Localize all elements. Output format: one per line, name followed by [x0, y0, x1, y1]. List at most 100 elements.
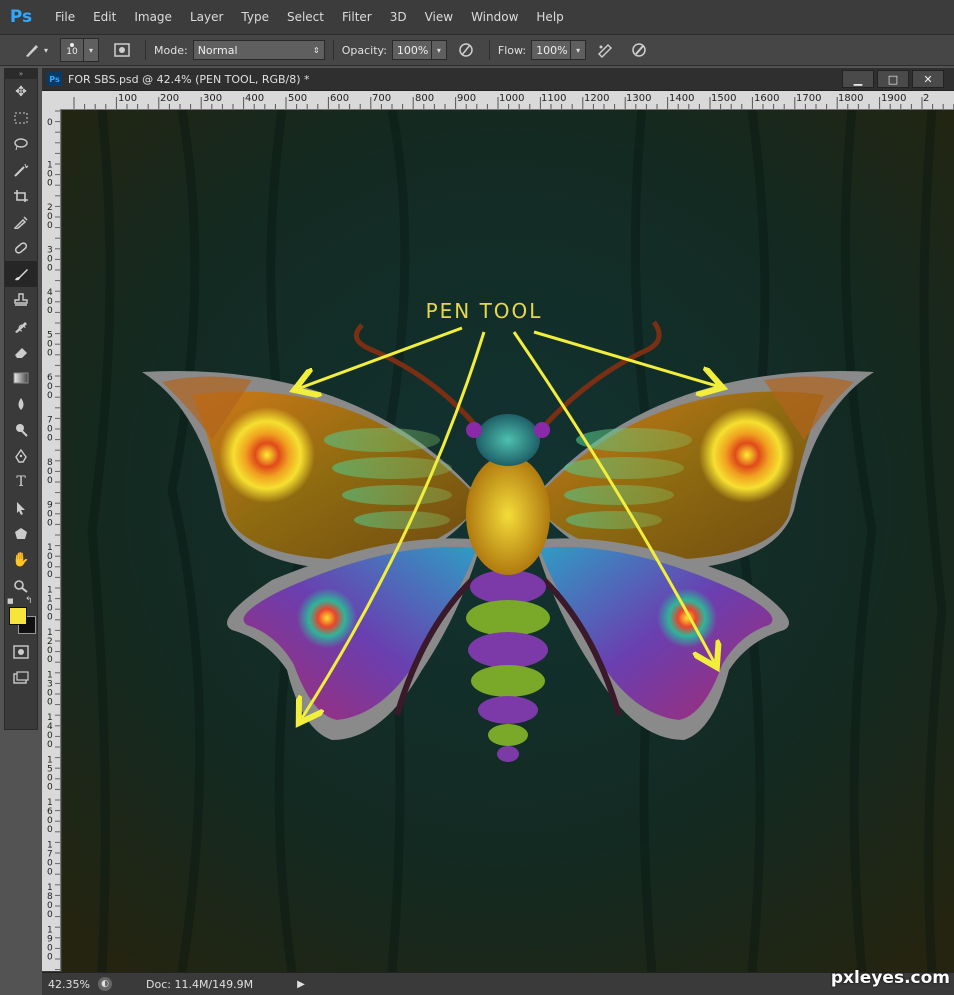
status-menu-arrow-icon[interactable]: ▶	[297, 979, 305, 990]
menu-bar: Ps File Edit Image Layer Type Select Fil…	[0, 0, 954, 34]
ruler-label: 700	[372, 93, 392, 104]
opacity-input[interactable]: 100%	[391, 40, 432, 60]
menu-help[interactable]: Help	[527, 10, 572, 24]
ruler-label: 600	[330, 93, 350, 104]
ruler-origin[interactable]	[42, 91, 63, 110]
ruler-label: 1800	[838, 93, 864, 104]
gradient-icon[interactable]	[5, 365, 37, 391]
flow-dropdown[interactable]: ▾	[571, 40, 587, 60]
vertical-ruler-label: 400	[47, 288, 53, 316]
marquee-icon[interactable]	[5, 105, 37, 131]
brush-size-dropdown[interactable]: ▾	[84, 38, 100, 62]
history-brush-icon[interactable]	[5, 313, 37, 339]
menu-file[interactable]: File	[46, 10, 84, 24]
ruler-label: 500	[288, 93, 308, 104]
shape-icon[interactable]	[5, 521, 37, 547]
artwork[interactable]: PEN TOOL	[62, 110, 954, 972]
eyedropper-icon[interactable]	[5, 209, 37, 235]
dodge-icon[interactable]	[5, 417, 37, 443]
svg-text:0: 0	[47, 740, 53, 750]
svg-text:0: 0	[47, 221, 53, 231]
quick-mask-icon[interactable]	[5, 639, 37, 665]
menu-select[interactable]: Select	[278, 10, 333, 24]
restore-button[interactable]: □	[877, 70, 909, 88]
svg-text:0: 0	[47, 783, 53, 793]
lasso-icon[interactable]	[5, 131, 37, 157]
brush-icon[interactable]	[5, 261, 37, 287]
brush-size-value: 10	[66, 47, 78, 57]
type-icon[interactable]: T	[5, 469, 37, 495]
menu-image[interactable]: Image	[125, 10, 181, 24]
separator	[145, 40, 147, 60]
eraser-icon[interactable]	[5, 339, 37, 365]
default-colors-icon[interactable]: ■	[7, 597, 14, 605]
menu-edit[interactable]: Edit	[84, 10, 125, 24]
svg-text:0: 0	[47, 118, 53, 128]
ruler-label: 400	[245, 93, 265, 104]
foreground-color[interactable]	[9, 607, 27, 625]
ruler-label: 100	[118, 93, 138, 104]
vertical-ruler-label: 900	[47, 501, 53, 529]
menu-3d[interactable]: 3D	[381, 10, 416, 24]
opacity-label: Opacity:	[341, 43, 387, 57]
brush-size-picker[interactable]: 10	[60, 38, 85, 62]
menu-view[interactable]: View	[416, 10, 462, 24]
mode-value: Normal	[197, 43, 238, 57]
blur-icon[interactable]	[5, 391, 37, 417]
flow-input[interactable]: 100%	[531, 40, 572, 60]
path-select-icon[interactable]	[5, 495, 37, 521]
pen-icon[interactable]	[5, 443, 37, 469]
ruler-label: 300	[203, 93, 223, 104]
pressure-size-toggle[interactable]	[630, 41, 648, 59]
updown-icon: ⇕	[313, 45, 320, 55]
options-bar: ▾ 10 ▾ Mode: Normal ⇕ Opacity: 100% ▾ Fl…	[0, 34, 954, 66]
hand-icon[interactable]: ✋	[5, 547, 37, 573]
info-icon[interactable]: ◐	[98, 977, 112, 991]
canvas[interactable]: PEN TOOL	[62, 110, 954, 972]
screen-mode-icon[interactable]	[5, 665, 37, 691]
menu-filter[interactable]: Filter	[333, 10, 381, 24]
vertical-ruler-label: 1100	[47, 586, 53, 623]
panel-collapse-icon[interactable]: »	[5, 69, 37, 79]
document-window: Ps FOR SBS.psd @ 42.4% (PEN TOOL, RGB/8)…	[42, 68, 954, 995]
move-icon[interactable]: ✥	[5, 79, 37, 105]
vertical-ruler-label: 1800	[47, 883, 53, 920]
airbrush-icon	[598, 44, 613, 58]
vertical-ruler-label: 1600	[47, 798, 53, 835]
magic-wand-icon[interactable]	[5, 157, 37, 183]
status-bar: 42.35% ◐ Doc: 11.4M/149.9M ▶	[42, 972, 954, 995]
ruler-label: 900	[457, 93, 477, 104]
vertical-ruler-label: 1200	[47, 628, 53, 665]
brush-panel-toggle[interactable]	[113, 41, 131, 59]
airbrush-toggle[interactable]	[596, 41, 614, 59]
mode-select[interactable]: Normal ⇕	[192, 40, 325, 60]
vertical-ruler-label: 700	[47, 416, 53, 444]
svg-text:0: 0	[47, 349, 53, 359]
close-button[interactable]: ✕	[912, 70, 944, 88]
menu-window[interactable]: Window	[462, 10, 527, 24]
brush-preset-picker[interactable]: ▾	[22, 41, 48, 59]
ruler-tick-marks: 0100200300400500600700800900100011001200…	[47, 110, 60, 971]
opacity-dropdown[interactable]: ▾	[431, 40, 447, 60]
svg-text:0: 0	[47, 434, 53, 444]
ruler-label: 200	[160, 93, 180, 104]
ruler-label: 1100	[541, 93, 567, 104]
flow-label: Flow:	[497, 43, 527, 57]
ruler-label: 1700	[796, 93, 822, 104]
healing-icon[interactable]	[5, 235, 37, 261]
vertical-ruler-label: 1000	[47, 543, 53, 580]
minimize-button[interactable]: ▁	[842, 70, 874, 88]
pressure-opacity-toggle[interactable]	[457, 41, 475, 59]
crop-icon[interactable]	[5, 183, 37, 209]
swap-colors-icon[interactable]: ↰	[25, 596, 33, 606]
zoom-level[interactable]: 42.35%	[48, 978, 92, 991]
vertical-ruler-label: 0	[47, 118, 53, 128]
ruler-label: 1200	[584, 93, 610, 104]
menu-type[interactable]: Type	[232, 10, 278, 24]
horizontal-ruler[interactable]: 100 200 300 400 500 600 700 800 900 1000…	[62, 91, 954, 110]
vertical-ruler[interactable]: 0100200300400500600700800900100011001200…	[42, 109, 61, 971]
document-tab[interactable]: Ps FOR SBS.psd @ 42.4% (PEN TOOL, RGB/8)…	[42, 68, 954, 91]
stamp-icon[interactable]	[5, 287, 37, 313]
document-size[interactable]: Doc: 11.4M/149.9M	[146, 978, 253, 991]
menu-layer[interactable]: Layer	[181, 10, 232, 24]
